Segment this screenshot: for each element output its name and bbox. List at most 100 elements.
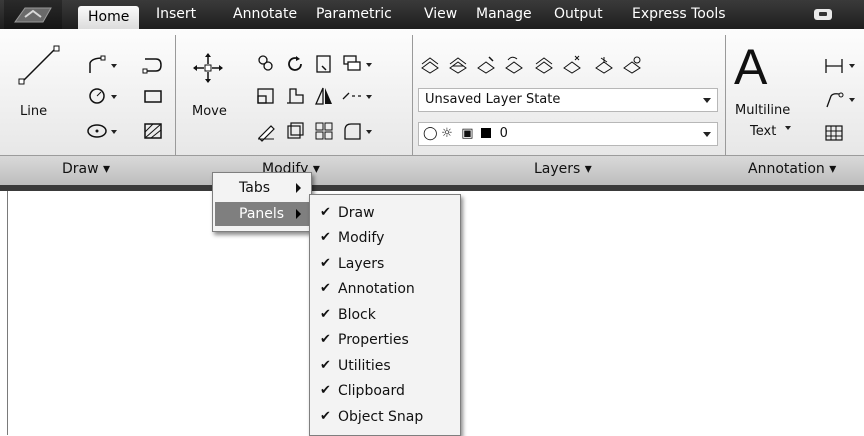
erase-button[interactable] xyxy=(254,119,277,142)
tab-output[interactable]: Output xyxy=(554,0,603,29)
submenu-item-layers[interactable]: ✔ Layers xyxy=(312,252,458,276)
rectangle-icon xyxy=(143,89,162,103)
explode-dropdown-arrow-icon[interactable] xyxy=(365,93,373,101)
app-logo-icon xyxy=(14,7,52,22)
mirror-button[interactable] xyxy=(340,52,363,75)
ellipse-dropdown-arrow-icon[interactable] xyxy=(110,128,118,136)
move-label: Move xyxy=(192,104,227,119)
menu-item-panels[interactable]: Panels xyxy=(215,202,309,226)
pencil-icon xyxy=(257,124,275,142)
polyline-button[interactable] xyxy=(85,53,108,76)
submenu-item-properties[interactable]: ✔ Properties xyxy=(312,328,458,352)
ribbon-minimize-icon[interactable] xyxy=(814,9,832,20)
layer-freeze-button[interactable] xyxy=(592,52,615,75)
circle-button[interactable] xyxy=(85,84,108,107)
submenu-item-object-snap[interactable]: ✔ Object Snap xyxy=(312,405,458,429)
leader-icon xyxy=(825,92,843,107)
multiline-label-text: Text xyxy=(750,124,777,139)
arc-icon xyxy=(142,57,162,73)
chamfer-icon xyxy=(343,122,361,140)
rectangle-button[interactable] xyxy=(141,84,164,107)
layer-unisolate-icon xyxy=(562,55,581,74)
layer-state-dropdown[interactable]: Unsaved Layer State xyxy=(418,88,718,112)
linear-dimension-button[interactable] xyxy=(822,54,845,77)
trim-button[interactable] xyxy=(312,52,335,75)
tab-view[interactable]: View xyxy=(424,0,457,29)
submenu-item-utilities[interactable]: ✔ Utilities xyxy=(312,354,458,378)
panel-title-draw[interactable]: Draw ▾ xyxy=(62,161,110,177)
tab-home[interactable]: Home xyxy=(78,6,140,29)
application-menu-button[interactable] xyxy=(4,0,62,29)
layer-properties-button[interactable] xyxy=(418,52,441,75)
layer-dropdown[interactable]: ◯ ☼ ▣ 0 xyxy=(418,122,718,146)
tab-insert[interactable]: Insert xyxy=(156,0,196,29)
circle-icon xyxy=(88,87,105,104)
mirror-tool-button[interactable] xyxy=(312,84,335,107)
ribbon-context-menu: Tabs Panels xyxy=(212,172,312,232)
menu-item-tabs[interactable]: Tabs xyxy=(215,176,309,200)
leader-button[interactable] xyxy=(822,88,845,111)
ellipse-icon xyxy=(86,123,107,138)
submenu-item-annotation[interactable]: ✔ Annotation xyxy=(312,277,458,301)
layer-make-current-button[interactable] xyxy=(446,52,469,75)
chevron-down-icon: ▾ xyxy=(584,161,592,177)
mirror-icon xyxy=(314,87,332,105)
layer-stack-icon xyxy=(342,54,361,71)
submenu-item-clipboard[interactable]: ✔ Clipboard xyxy=(312,379,458,403)
submenu-item-draw[interactable]: ✔ Draw xyxy=(312,201,458,225)
ellipse-button[interactable] xyxy=(85,119,108,142)
multiline-text-icon[interactable]: A xyxy=(734,42,767,92)
submenu-item-modify[interactable]: ✔ Modify xyxy=(312,226,458,250)
layer-freeze-icon xyxy=(594,56,613,74)
layer-color-swatch xyxy=(481,127,492,138)
copy-button[interactable] xyxy=(254,52,277,75)
explode-button[interactable] xyxy=(340,84,363,107)
submenu-item-block[interactable]: ✔ Block xyxy=(312,303,458,327)
offset-icon xyxy=(286,121,304,139)
leader-dropdown-arrow-icon[interactable] xyxy=(848,96,856,104)
polyline-dropdown-arrow-icon[interactable] xyxy=(110,62,118,70)
checkmark-icon: ✔ xyxy=(320,230,331,245)
offset-button[interactable] xyxy=(283,119,306,142)
rotate-icon xyxy=(287,55,302,71)
tab-parametric[interactable]: Parametric xyxy=(316,0,392,29)
checkmark-icon: ✔ xyxy=(320,409,331,424)
panel-title-annotation[interactable]: Annotation ▾ xyxy=(748,161,836,177)
hatch-icon xyxy=(143,122,162,139)
tab-express-tools[interactable]: Express Tools xyxy=(632,0,726,29)
arc-button[interactable] xyxy=(141,53,164,76)
layer-properties-icon xyxy=(420,56,439,74)
move-button[interactable] xyxy=(190,50,226,86)
rotate-button[interactable] xyxy=(283,52,306,75)
chamfer-dropdown-arrow-icon[interactable] xyxy=(365,128,373,136)
stretch-button[interactable] xyxy=(254,84,277,107)
checkmark-icon: ✔ xyxy=(320,307,331,322)
hatch-button[interactable] xyxy=(141,119,164,142)
layer-off-button[interactable] xyxy=(620,52,643,75)
panel-title-layers[interactable]: Layers ▾ xyxy=(534,161,592,177)
chevron-down-icon xyxy=(703,132,711,137)
lock-icon: ▣ xyxy=(461,126,474,141)
multiline-label: Multiline xyxy=(735,103,791,118)
dimension-dropdown-arrow-icon[interactable] xyxy=(848,62,856,70)
current-layer-value: 0 xyxy=(499,126,508,141)
fillet-button[interactable] xyxy=(283,84,306,107)
circle-dropdown-arrow-icon[interactable] xyxy=(110,93,118,101)
multiline-dropdown-arrow-icon[interactable] xyxy=(784,124,792,132)
chamfer-button[interactable] xyxy=(340,119,363,142)
sun-icon: ☼ xyxy=(441,126,453,141)
table-icon xyxy=(824,124,843,141)
array-button[interactable] xyxy=(312,119,335,142)
layer-match-button[interactable] xyxy=(474,52,497,75)
layer-previous-button[interactable] xyxy=(502,52,525,75)
mirror-dropdown-arrow-icon[interactable] xyxy=(365,61,373,69)
copy-icon xyxy=(257,54,273,71)
layer-unisolate-button[interactable] xyxy=(560,52,583,75)
line-tool-button[interactable] xyxy=(14,40,64,90)
layer-isolate-button[interactable] xyxy=(532,52,555,75)
dimension-icon xyxy=(824,58,843,73)
table-button[interactable] xyxy=(822,121,845,144)
layer-match-icon xyxy=(476,55,495,74)
tab-manage[interactable]: Manage xyxy=(476,0,532,29)
tab-annotate[interactable]: Annotate xyxy=(233,0,297,29)
